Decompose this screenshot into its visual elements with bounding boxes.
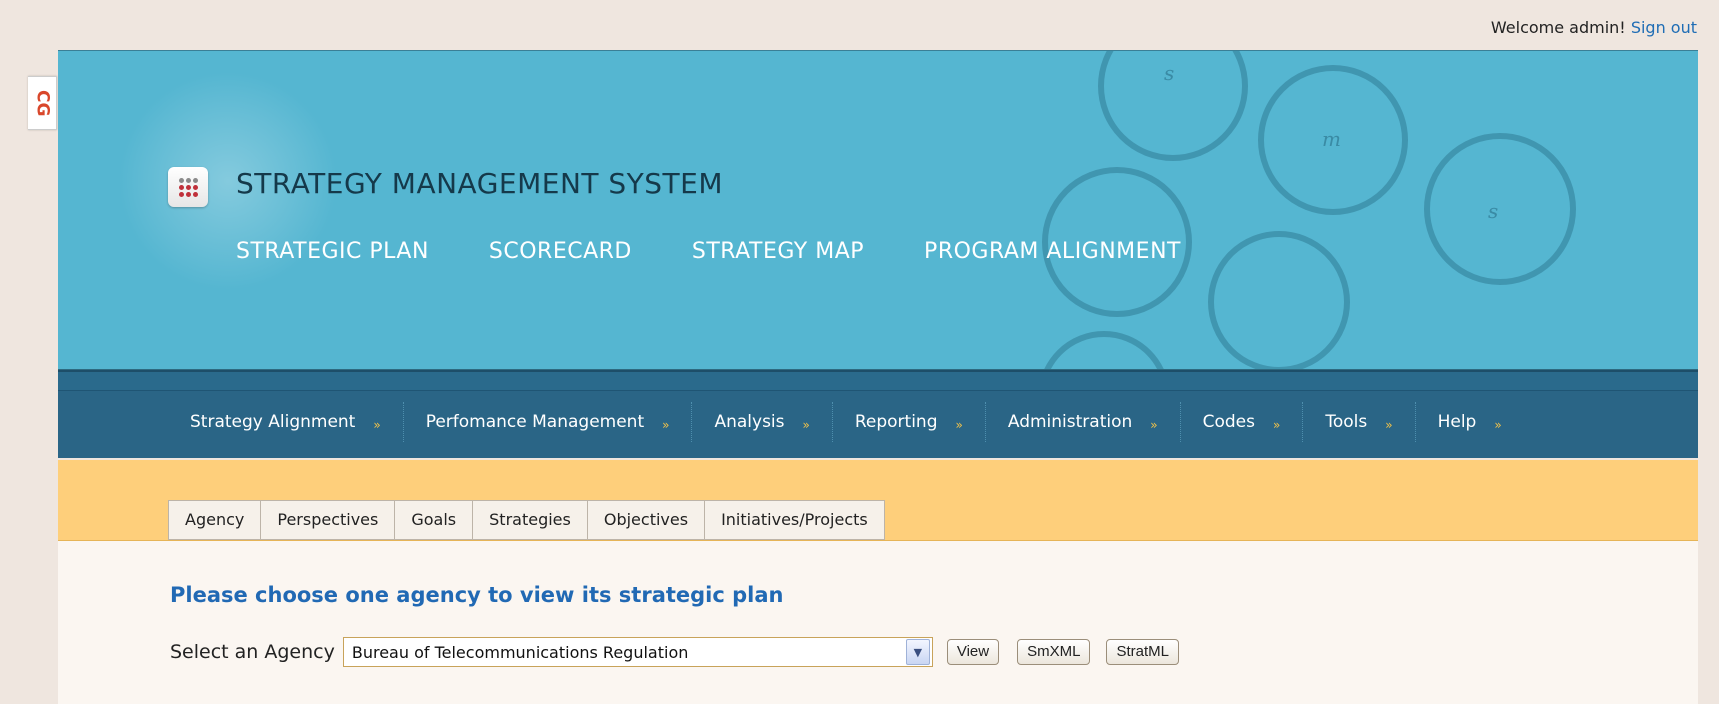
smxml-button[interactable]: SmXML bbox=[1017, 639, 1091, 665]
agency-select[interactable]: Bureau of Telecommunications Regulation … bbox=[342, 637, 933, 667]
welcome-text: Welcome admin! bbox=[1490, 18, 1626, 37]
top-nav-scorecard[interactable]: SCORECARD bbox=[489, 239, 632, 264]
chevron-down-icon[interactable]: ▼ bbox=[905, 639, 930, 665]
agency-select-value: Bureau of Telecommunications Regulation bbox=[351, 642, 689, 662]
side-feedback-tab[interactable]: CG bbox=[28, 76, 57, 130]
top-nav-strategy-map[interactable]: STRATEGY MAP bbox=[692, 239, 864, 264]
menu-performance-management[interactable]: Perfomance Management » bbox=[404, 402, 693, 442]
header-banner: s m s STRATEGY MANAGEMENT SYSTEM STRATEG… bbox=[58, 50, 1698, 370]
menu-administration[interactable]: Administration » bbox=[986, 402, 1181, 442]
view-button[interactable]: View bbox=[946, 639, 1000, 665]
page: Welcome admin! Sign out CG s m s STRATEG… bbox=[0, 0, 1719, 704]
plan-tabs: Agency Perspectives Goals Strategies Obj… bbox=[168, 500, 885, 540]
tab-goals[interactable]: Goals bbox=[394, 500, 473, 540]
menu-label: Reporting bbox=[854, 412, 938, 432]
decorative-ring: s bbox=[1424, 133, 1576, 285]
chevron-down-icon: » bbox=[1150, 418, 1158, 432]
menu-help[interactable]: Help » bbox=[1416, 402, 1524, 442]
page-heading: Please choose one agency to view its str… bbox=[170, 583, 784, 607]
menu-label: Strategy Alignment bbox=[190, 412, 356, 432]
top-nav-program-alignment[interactable]: PROGRAM ALIGNMENT bbox=[924, 239, 1181, 264]
chevron-down-icon: » bbox=[662, 418, 670, 432]
menu-label: Analysis bbox=[714, 412, 785, 432]
menu-reporting[interactable]: Reporting » bbox=[833, 402, 986, 442]
top-nav: STRATEGIC PLAN SCORECARD STRATEGY MAP PR… bbox=[236, 239, 1181, 264]
chevron-down-icon: » bbox=[1273, 418, 1281, 432]
chevron-down-icon: » bbox=[802, 418, 810, 432]
agency-select-row: Select an Agency Bureau of Telecommunica… bbox=[170, 637, 1179, 667]
decorative-ring: s bbox=[1098, 51, 1248, 161]
app-logo-icon bbox=[168, 167, 208, 207]
chevron-down-icon: » bbox=[1494, 418, 1502, 432]
menu-label: Tools bbox=[1325, 412, 1368, 432]
ring-letter: m bbox=[1322, 127, 1341, 151]
chevron-down-icon: » bbox=[1385, 418, 1393, 432]
menu-label: Administration bbox=[1007, 412, 1133, 432]
tab-strategies[interactable]: Strategies bbox=[472, 500, 587, 540]
menu-analysis[interactable]: Analysis » bbox=[692, 402, 833, 442]
sign-out-link[interactable]: Sign out bbox=[1631, 18, 1697, 37]
stratml-button[interactable]: StratML bbox=[1106, 639, 1179, 665]
menu-strategy-alignment[interactable]: Strategy Alignment » bbox=[168, 402, 404, 442]
main-menu-bar: Strategy Alignment » Perfomance Manageme… bbox=[58, 370, 1698, 458]
chevron-down-icon: » bbox=[373, 418, 381, 432]
tab-perspectives[interactable]: Perspectives bbox=[260, 500, 395, 540]
main-menu: Strategy Alignment » Perfomance Manageme… bbox=[168, 402, 1524, 442]
top-nav-strategic-plan[interactable]: STRATEGIC PLAN bbox=[236, 239, 429, 264]
decorative-ring bbox=[1038, 331, 1170, 369]
sub-tab-bar: Agency Perspectives Goals Strategies Obj… bbox=[58, 460, 1698, 541]
decorative-ring: m bbox=[1258, 65, 1408, 215]
main-content: Please choose one agency to view its str… bbox=[58, 541, 1698, 704]
side-tab-icon: CG bbox=[32, 89, 53, 117]
ring-letter: s bbox=[1488, 199, 1499, 223]
menu-label: Codes bbox=[1202, 412, 1255, 432]
ring-letter: s bbox=[1164, 61, 1175, 85]
tab-agency[interactable]: Agency bbox=[168, 500, 261, 540]
agency-select-label: Select an Agency bbox=[170, 641, 335, 663]
menu-label: Perfomance Management bbox=[425, 412, 645, 432]
menu-label: Help bbox=[1437, 412, 1477, 432]
welcome-bar: Welcome admin! Sign out bbox=[1491, 18, 1697, 37]
menu-bar-strip bbox=[58, 372, 1698, 391]
tab-initiatives-projects[interactable]: Initiatives/Projects bbox=[704, 500, 885, 540]
menu-codes[interactable]: Codes » bbox=[1181, 402, 1304, 442]
chevron-down-icon: » bbox=[955, 418, 963, 432]
menu-tools[interactable]: Tools » bbox=[1303, 402, 1416, 442]
app-title: STRATEGY MANAGEMENT SYSTEM bbox=[236, 167, 723, 200]
decorative-ring bbox=[1208, 231, 1350, 369]
tab-objectives[interactable]: Objectives bbox=[586, 500, 705, 540]
